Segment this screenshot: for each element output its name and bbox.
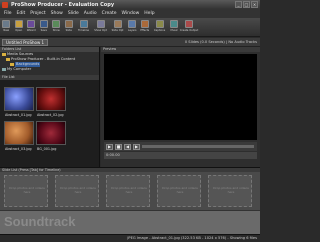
music-icon xyxy=(170,20,179,28)
file-thumb-abstract-02[interactable] xyxy=(36,87,66,111)
open-icon xyxy=(14,20,23,28)
slide-placeholder-text: Drop photos and videos here xyxy=(9,186,45,194)
toolbar-save-button[interactable]: Save xyxy=(38,18,51,37)
menu-slide[interactable]: Slide xyxy=(68,11,79,16)
toolbar-music-button[interactable]: Music xyxy=(168,18,181,37)
file-list-panel: File List Abstract_01.jpg Abstract_02.jp… xyxy=(0,75,100,167)
wizard-icon xyxy=(27,20,36,28)
file-list-header: File List xyxy=(0,75,99,80)
status-bar: JPEG Image - Abstract_01.jpg (322.53 KB … xyxy=(0,234,260,242)
layers-icon xyxy=(128,20,137,28)
file-label: Abstract_01.jpg xyxy=(5,113,32,117)
slide-icon xyxy=(64,20,73,28)
soundtrack-label: Soundtrack xyxy=(4,214,76,229)
toolbar-show-options-button[interactable]: Show Opt xyxy=(92,18,109,37)
time-readout: 0:00.00 xyxy=(104,152,257,159)
menu-audio[interactable]: Audio xyxy=(84,11,97,16)
folder-icon xyxy=(2,53,6,56)
menu-project[interactable]: Project xyxy=(30,11,45,16)
show-bar: Untitled ProShow 1 0 Slides (0.0 Seconds… xyxy=(0,38,260,47)
file-thumb-abstract-01[interactable] xyxy=(4,87,34,111)
slide-placeholder[interactable]: Drop photos and videos here xyxy=(106,175,150,207)
slide-placeholder-text: Drop photos and videos here xyxy=(111,186,147,194)
slide-placeholder-text: Drop photos and videos here xyxy=(60,186,96,194)
toolbar-timeline-button[interactable]: Timeline xyxy=(75,18,92,37)
slide-list[interactable]: Drop photos and videos here Drop photos … xyxy=(0,172,260,210)
status-text: JPEG Image - Abstract_01.jpg (322.53 KB … xyxy=(127,236,257,240)
file-label: Abstract_02.jpg xyxy=(37,113,64,117)
slide-placeholder[interactable]: Drop photos and videos here xyxy=(55,175,99,207)
slide-options-icon xyxy=(113,20,122,28)
folder-icon xyxy=(6,58,10,61)
close-button[interactable]: × xyxy=(251,1,258,8)
menu-window[interactable]: Window xyxy=(122,11,140,16)
folder-icon xyxy=(10,63,14,66)
stop-button[interactable]: ■ xyxy=(115,143,122,150)
menu-bar: File Edit Project Show Slide Audio Creat… xyxy=(0,9,260,18)
preview-screen xyxy=(104,54,257,140)
slide-placeholder[interactable]: Drop photos and videos here xyxy=(4,175,48,207)
toolbar-captions-button[interactable]: Captions xyxy=(151,18,168,37)
create-output-icon xyxy=(185,20,193,28)
menu-file[interactable]: File xyxy=(4,11,12,16)
play-button[interactable]: ▶ xyxy=(106,143,113,150)
toolbar-layers-button[interactable]: Layers xyxy=(126,18,139,37)
menu-edit[interactable]: Edit xyxy=(17,11,26,16)
toolbar-wizard-button[interactable]: Wizard xyxy=(25,18,38,37)
toolbar-open-button[interactable]: Open xyxy=(13,18,26,37)
toolbar-show-button[interactable]: Show xyxy=(50,18,63,37)
effects-icon xyxy=(140,20,149,28)
toolbar-create-output-button[interactable]: Create Output xyxy=(180,18,198,37)
slide-placeholder-text: Drop photos and videos here xyxy=(213,186,249,194)
show-tab[interactable]: Untitled ProShow 1 xyxy=(2,38,49,46)
timeline-icon xyxy=(79,20,88,28)
menu-show[interactable]: Show xyxy=(51,11,63,16)
folders-panel: Folders List Media Sources ProShow Produ… xyxy=(0,47,100,75)
maximize-button[interactable]: □ xyxy=(243,1,250,8)
computer-icon xyxy=(2,68,6,71)
toolbar-effects-button[interactable]: Effects xyxy=(139,18,152,37)
file-label: BG_001.jpg xyxy=(37,147,57,151)
title-bar: ProShow Producer - Evaluation Copy _ □ × xyxy=(0,0,260,9)
show-icon xyxy=(52,20,61,28)
playback-slider[interactable] xyxy=(142,145,254,148)
menu-create[interactable]: Create xyxy=(102,11,117,16)
show-options-icon xyxy=(96,20,105,28)
window-title: ProShow Producer - Evaluation Copy xyxy=(11,1,115,8)
slide-placeholder-text: Drop photos and videos here xyxy=(162,186,198,194)
preview-panel: Preview ▶ ■ ◀ ▶ 0:00.00 xyxy=(101,47,260,167)
show-info: 0 Slides (0.0 Seconds) | No Audio Tracks xyxy=(184,40,257,44)
minimize-button[interactable]: _ xyxy=(235,1,242,8)
tree-item-my-computer[interactable]: My Computer xyxy=(0,67,99,72)
previous-button[interactable]: ◀ xyxy=(124,143,131,150)
app-icon xyxy=(2,1,8,8)
toolbar-slide-button[interactable]: Slide xyxy=(63,18,76,37)
soundtrack-area[interactable]: Soundtrack xyxy=(0,210,260,234)
menu-help[interactable]: Help xyxy=(144,11,154,16)
slide-placeholder[interactable]: Drop photos and videos here xyxy=(157,175,201,207)
transport-controls: ▶ ■ ◀ ▶ xyxy=(104,142,257,151)
slide-placeholder[interactable]: Drop photos and videos here xyxy=(208,175,252,207)
next-button[interactable]: ▶ xyxy=(133,143,140,150)
file-thumb-abstract-03[interactable] xyxy=(4,121,34,145)
new-icon xyxy=(2,20,11,28)
file-label: Abstract_03.jpg xyxy=(5,147,32,151)
toolbar-new-button[interactable]: New xyxy=(0,18,13,37)
save-icon xyxy=(39,20,48,28)
main-toolbar: New Open Wizard Save Show Slide Timeline… xyxy=(0,18,260,37)
file-thumb-bg-001[interactable] xyxy=(36,121,66,145)
preview-header: Preview xyxy=(101,47,260,52)
toolbar-slide-options-button[interactable]: Slide Opt xyxy=(109,18,126,37)
captions-icon xyxy=(155,20,164,28)
